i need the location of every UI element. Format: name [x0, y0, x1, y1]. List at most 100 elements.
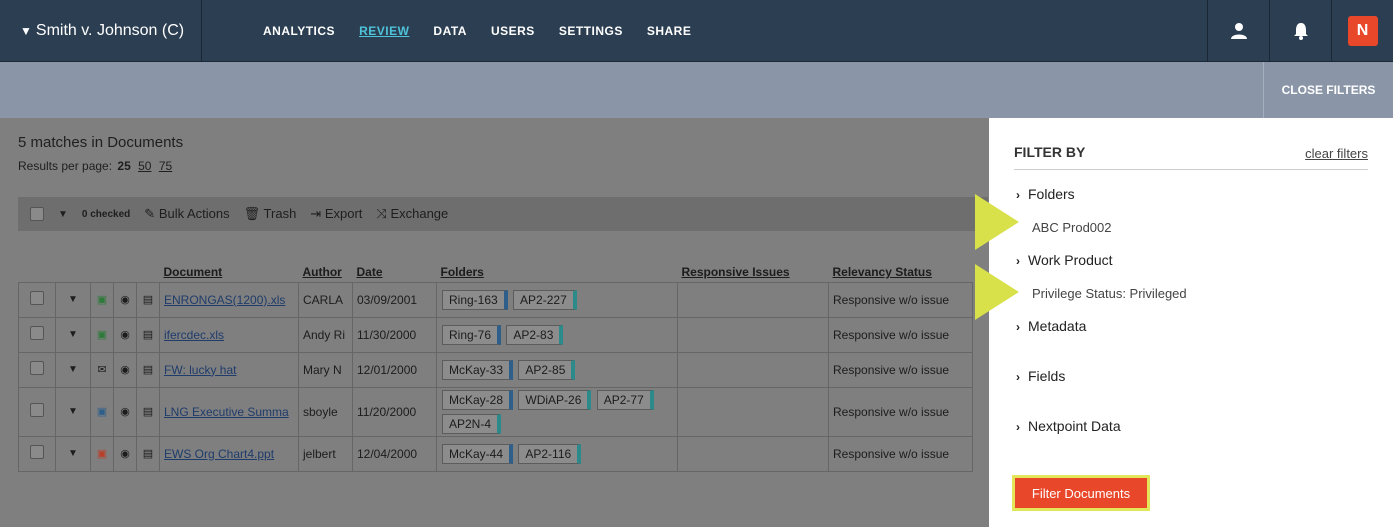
row-menu-caret-icon[interactable]: ▼ — [55, 435, 91, 472]
notifications-button[interactable] — [1269, 0, 1331, 62]
eye-icon[interactable]: ◉ — [113, 435, 137, 472]
word-file-icon: ▣ — [90, 386, 114, 437]
export-button[interactable]: ⇥ Export — [310, 206, 362, 222]
select-all-checkbox[interactable] — [30, 207, 44, 221]
col-author[interactable]: Author — [299, 262, 353, 282]
filter-nextpoint-data-toggle[interactable]: › Nextpoint Data — [1016, 418, 1121, 434]
powerpoint-file-icon: ▣ — [90, 435, 114, 472]
eye-icon[interactable]: ◉ — [113, 281, 137, 318]
highlight-arrow-icon — [975, 194, 1019, 250]
filter-folders-label: Folders — [1028, 186, 1075, 202]
table-row: ▼ ✉ ◉ ▤ FW: lucky hat Mary N 12/01/2000 … — [18, 351, 973, 388]
row-menu-caret-icon[interactable]: ▼ — [55, 281, 91, 318]
folder-chip[interactable]: McKay-33 — [442, 359, 514, 380]
nav-settings[interactable]: SETTINGS — [559, 24, 623, 38]
nav-analytics[interactable]: ANALYTICS — [263, 24, 335, 38]
table-row: ▼ ▣ ◉ ▤ EWS Org Chart4.ppt jelbert 12/04… — [18, 435, 973, 472]
responsive-issues-cell — [677, 316, 829, 353]
top-navbar: ▼ Smith v. Johnson (C) ANALYTICS REVIEW … — [0, 0, 1393, 62]
folder-chip[interactable]: AP2-77 — [596, 389, 654, 410]
nav-review[interactable]: REVIEW — [359, 24, 409, 38]
row-checkbox[interactable] — [30, 445, 44, 459]
responsive-issues-cell — [677, 435, 829, 472]
table-row: ▼ ▣ ◉ ▤ LNG Executive Summa sboyle 11/20… — [18, 386, 973, 437]
trash-icon: 🗑 — [243, 206, 261, 221]
highlight-arrow-icon — [975, 264, 1019, 320]
nav-users[interactable]: USERS — [491, 24, 535, 38]
relevancy-status-cell: Responsive w/o issue — [828, 316, 973, 353]
row-menu-caret-icon[interactable]: ▼ — [55, 316, 91, 353]
exchange-icon: ⤨ — [376, 206, 387, 221]
presentation-icon[interactable]: ▤ — [136, 281, 160, 318]
col-responsive-issues[interactable]: Responsive Issues — [678, 262, 829, 282]
folders-cell: McKay-28 WDiAP-26 AP2-77 AP2N-4 — [436, 386, 678, 437]
nav-share[interactable]: SHARE — [647, 24, 692, 38]
folder-chip[interactable]: AP2-227 — [513, 289, 577, 310]
documents-table: Document Author Date Folders Responsive … — [18, 262, 973, 472]
case-selector[interactable]: ▼ Smith v. Johnson (C) — [0, 0, 202, 62]
date-cell: 12/01/2000 — [352, 351, 437, 388]
responsive-issues-cell — [677, 386, 829, 437]
folder-chip[interactable]: Ring-76 — [442, 324, 502, 345]
document-link[interactable]: ENRONGAS(1200).xls — [164, 293, 285, 307]
select-menu-caret-icon[interactable]: ▼ — [58, 209, 68, 220]
nav-data[interactable]: DATA — [433, 24, 467, 38]
folder-chip[interactable]: AP2N-4 — [442, 413, 502, 434]
folder-chip[interactable]: McKay-28 — [442, 389, 514, 410]
filter-documents-button[interactable]: Filter Documents — [1012, 475, 1150, 511]
user-button[interactable] — [1207, 0, 1269, 62]
document-link[interactable]: FW: lucky hat — [164, 363, 236, 377]
filter-fields-toggle[interactable]: › Fields — [1016, 368, 1065, 384]
bulk-actions-button[interactable]: ✎ Bulk Actions — [144, 206, 229, 222]
per-page-option-75[interactable]: 75 — [159, 159, 172, 173]
document-link[interactable]: ifercdec.xls — [164, 328, 224, 342]
folder-chip[interactable]: AP2-116 — [518, 443, 582, 464]
filter-metadata-toggle[interactable]: › Metadata — [1016, 318, 1086, 334]
per-page-option-50[interactable]: 50 — [138, 159, 151, 173]
presentation-icon[interactable]: ▤ — [136, 316, 160, 353]
col-relevancy-status[interactable]: Relevancy Status — [829, 262, 973, 282]
presentation-icon[interactable]: ▤ — [136, 386, 160, 437]
folder-chip[interactable]: WDiAP-26 — [518, 389, 592, 410]
folder-chip[interactable]: McKay-44 — [442, 443, 514, 464]
document-link[interactable]: LNG Executive Summa — [164, 405, 289, 419]
col-folders[interactable]: Folders — [437, 262, 678, 282]
eye-icon[interactable]: ◉ — [113, 386, 137, 437]
row-menu-caret-icon[interactable]: ▼ — [55, 351, 91, 388]
row-checkbox[interactable] — [30, 361, 44, 375]
exchange-button[interactable]: ⤨ Exchange — [376, 206, 448, 222]
chevron-right-icon: › — [1016, 370, 1020, 384]
excel-file-icon: ▣ — [90, 316, 114, 353]
close-filters-button[interactable]: CLOSE FILTERS — [1263, 62, 1393, 118]
presentation-icon[interactable]: ▤ — [136, 351, 160, 388]
app-logo-button[interactable]: N — [1331, 0, 1393, 62]
case-title: Smith v. Johnson (C) — [35, 22, 185, 39]
document-link[interactable]: EWS Org Chart4.ppt — [164, 447, 274, 461]
date-cell: 11/20/2000 — [352, 386, 437, 437]
presentation-icon[interactable]: ▤ — [136, 435, 160, 472]
folder-chip[interactable]: AP2-85 — [518, 359, 576, 380]
folder-chip[interactable]: Ring-163 — [442, 289, 508, 310]
eye-icon[interactable]: ◉ — [113, 351, 137, 388]
email-file-icon: ✉ — [90, 351, 114, 388]
folders-cell: Ring-76 AP2-83 — [436, 316, 678, 353]
row-checkbox[interactable] — [30, 291, 44, 305]
bell-icon — [1293, 23, 1308, 40]
filter-work-product-toggle[interactable]: › Work Product — [1016, 252, 1113, 268]
author-cell: CARLA — [298, 281, 353, 318]
folders-cell: McKay-44 AP2-116 — [436, 435, 678, 472]
main-nav: ANALYTICS REVIEW DATA USERS SETTINGS SHA… — [263, 0, 691, 62]
date-cell: 11/30/2000 — [352, 316, 437, 353]
trash-button[interactable]: 🗑 Trash — [244, 206, 297, 222]
eye-icon[interactable]: ◉ — [113, 316, 137, 353]
col-document[interactable]: Document — [160, 262, 299, 282]
case-caret-icon: ▼ — [20, 24, 32, 38]
clear-filters-link[interactable]: clear filters — [1305, 146, 1368, 161]
folder-chip[interactable]: AP2-83 — [506, 324, 564, 345]
filter-folders-toggle[interactable]: › Folders — [1016, 186, 1075, 202]
row-checkbox[interactable] — [30, 403, 44, 417]
row-menu-caret-icon[interactable]: ▼ — [55, 386, 91, 437]
col-date[interactable]: Date — [353, 262, 437, 282]
filter-work-product-value: Privilege Status: Privileged — [1032, 286, 1187, 301]
row-checkbox[interactable] — [30, 326, 44, 340]
